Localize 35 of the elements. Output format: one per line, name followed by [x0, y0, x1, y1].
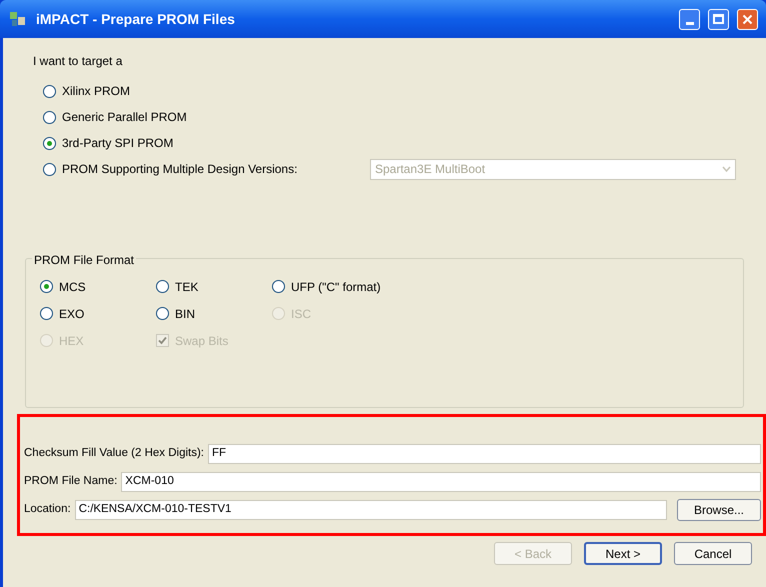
minimize-button[interactable] [679, 8, 700, 30]
option-label: Xilinx PROM [62, 83, 130, 100]
radio-button[interactable] [156, 307, 169, 320]
window-title: iMPACT - Prepare PROM Files [36, 10, 236, 29]
radio-button[interactable] [43, 110, 56, 124]
input-field[interactable]: C:/KENSA/XCM-010-TESTV1 [74, 500, 667, 520]
app-icon [8, 9, 28, 29]
radio-button[interactable] [43, 162, 56, 176]
maximize-button[interactable] [708, 8, 729, 30]
option-label: PROM Supporting Multiple Design Versions: [62, 161, 298, 178]
radio-button[interactable] [43, 136, 56, 150]
radio-button[interactable] [40, 280, 53, 293]
option-label: TEK [175, 278, 198, 296]
radio-button[interactable] [40, 307, 53, 320]
field-label: Checksum Fill Value (2 Hex Digits): [24, 446, 204, 462]
option-label: BIN [175, 306, 196, 322]
radio-button[interactable] [156, 280, 169, 293]
checkmark-icon [158, 336, 167, 345]
browse-button[interactable]: Browse... [677, 499, 761, 521]
option-label: UFP ("C" format) [291, 278, 381, 296]
dialog-button[interactable]: Cancel [674, 542, 752, 565]
option-label: EXO [59, 306, 84, 322]
field-label: Location: [24, 502, 71, 518]
close-icon [742, 14, 753, 24]
option-label: 3rd-Party SPI PROM [62, 135, 174, 152]
input-field[interactable]: FF [208, 444, 761, 464]
radio-button[interactable] [272, 280, 285, 293]
option-label: Generic Parallel PROM [62, 109, 187, 126]
close-button[interactable] [737, 8, 758, 30]
section-label: I want to target a [33, 53, 124, 70]
input-field[interactable]: XCM-010 [121, 472, 761, 492]
radio-button[interactable] [43, 84, 56, 98]
field-label: PROM File Name: [24, 474, 118, 490]
option-label: MCS [59, 278, 86, 296]
dialog-button[interactable]: Next > [584, 542, 662, 565]
